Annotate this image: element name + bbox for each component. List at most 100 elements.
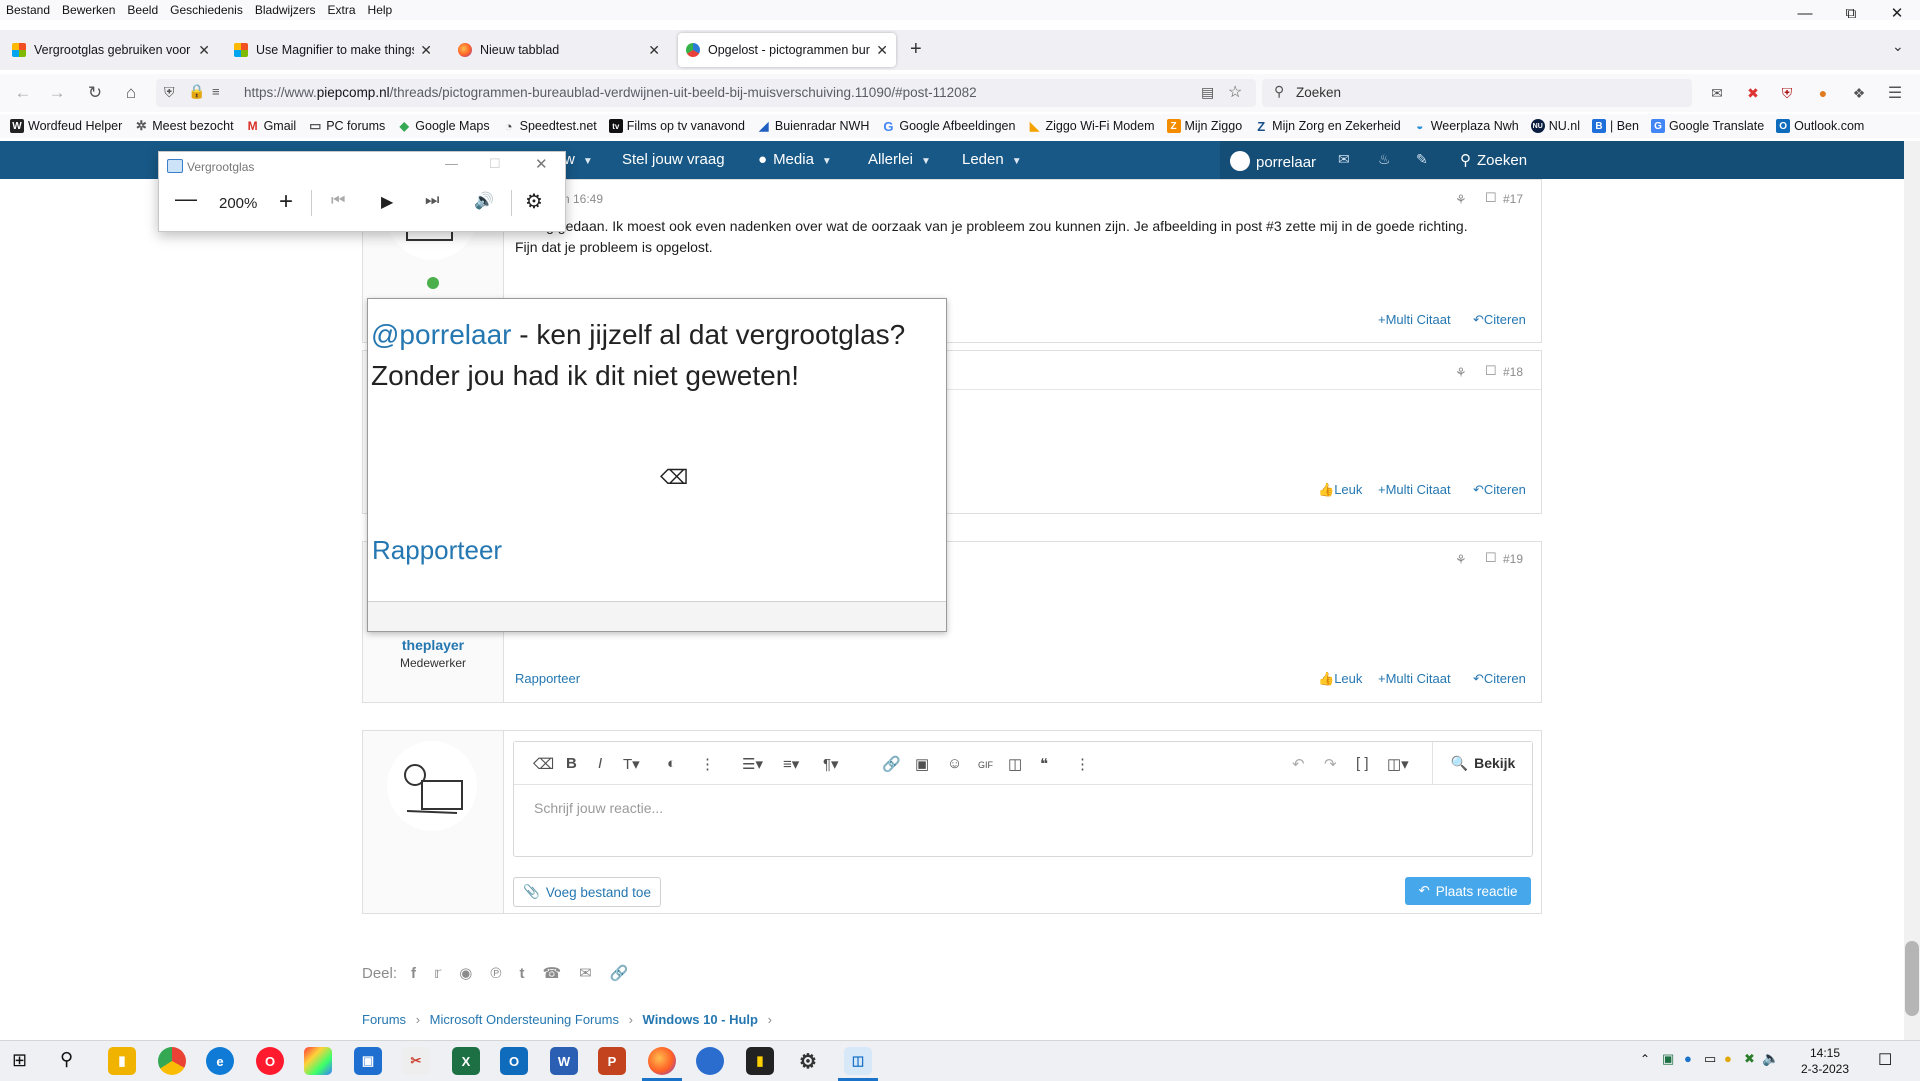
menu-beeld[interactable]: Beeld <box>121 3 164 17</box>
image-icon[interactable]: ▣ <box>915 755 929 773</box>
reader-view-icon[interactable]: ▤ <box>1201 84 1214 101</box>
menu-bewerken[interactable]: Bewerken <box>56 3 121 17</box>
list-icon[interactable]: ☰▾ <box>742 755 763 773</box>
close-window-button[interactable]: ✕ <box>1874 0 1920 26</box>
close-tab-icon[interactable]: ✕ <box>420 42 432 59</box>
align-icon[interactable]: ≡▾ <box>783 755 799 773</box>
bookmark-icon[interactable]: ☐ <box>1485 550 1497 566</box>
file-explorer-icon[interactable]: ▮ <box>108 1047 136 1075</box>
bookmark-item[interactable]: M Gmail <box>246 119 297 133</box>
brush-icon[interactable]: ✎ <box>1416 151 1428 168</box>
snip-icon[interactable]: ✂ <box>402 1047 430 1075</box>
like-button[interactable]: 👍Leuk <box>1318 482 1362 498</box>
pinterest-icon[interactable]: ℗ <box>490 965 501 982</box>
reload-icon[interactable]: ↻ <box>82 80 108 106</box>
user-menu[interactable]: porrelaar <box>1230 151 1316 171</box>
previous-paragraph-icon[interactable]: ⏮ <box>331 192 345 210</box>
breadcrumb-microsoft[interactable]: Microsoft Ondersteuning Forums <box>430 1012 619 1027</box>
edge-icon[interactable]: e <box>206 1047 234 1075</box>
bookmark-item[interactable]: G Google Translate <box>1650 119 1764 133</box>
bookmark-item[interactable]: tv Films op tv vanavond <box>608 119 745 133</box>
site-search-button[interactable]: ⚲ Zoeken <box>1460 151 1527 169</box>
like-button[interactable]: 👍Leuk <box>1318 671 1362 687</box>
post-reply-button[interactable]: ↶ Plaats reactie <box>1405 877 1531 905</box>
menu-help[interactable]: Help <box>362 3 399 17</box>
powerpoint-icon[interactable]: P <box>598 1047 626 1075</box>
reply-textarea[interactable]: Schrijf jouw reactie... <box>534 800 663 816</box>
undo-icon[interactable]: ↶ <box>1292 755 1305 773</box>
magnifier-taskbar-icon[interactable]: ◫ <box>844 1047 872 1075</box>
bookmark-item[interactable]: ◆ Google Maps <box>397 119 490 133</box>
tab-opgelost-active[interactable]: Opgelost - pictogrammen bure ✕ <box>678 33 896 67</box>
close-tab-icon[interactable]: ✕ <box>876 42 888 59</box>
menu-extra[interactable]: Extra <box>322 3 362 17</box>
ublock-icon[interactable]: ⛨ <box>1774 80 1800 106</box>
menu-bestand[interactable]: Bestand <box>0 3 56 17</box>
settings-gear-icon[interactable]: ⚙ <box>794 1047 822 1075</box>
outlook-icon[interactable]: O <box>500 1047 528 1075</box>
mail-icon[interactable]: ✉ <box>1704 80 1730 106</box>
post-number[interactable]: #18 <box>1503 365 1523 379</box>
scrollbar-thumb[interactable] <box>1905 941 1919 1016</box>
bookmark-item[interactable]: ◢ Buienradar NWH <box>757 119 869 133</box>
post-number[interactable]: #19 <box>1503 552 1523 566</box>
bookmark-item[interactable]: ◔ Speedtest.net <box>502 119 597 134</box>
close-tab-icon[interactable]: ✕ <box>198 42 210 59</box>
opera-icon[interactable]: O <box>256 1047 284 1075</box>
tab-vergrootglas[interactable]: Vergrootglas gebruiken voor een ✕ <box>4 33 218 67</box>
drafts-icon[interactable]: ◫▾ <box>1387 755 1409 773</box>
network-icon[interactable]: ▭ <box>1704 1051 1716 1067</box>
link-icon[interactable]: 🔗 <box>882 755 901 773</box>
minimize-window-button[interactable]: — <box>1782 0 1828 26</box>
chevron-up-icon[interactable]: ⌃ <box>1640 1052 1650 1066</box>
multi-quote-button[interactable]: +Multi Citaat <box>1378 671 1451 686</box>
extensions-puzzle-icon[interactable]: ❖ <box>1846 80 1872 106</box>
whatsapp-icon[interactable]: ☎ <box>542 964 561 982</box>
minimize-icon[interactable]: — <box>445 156 458 171</box>
inbox-icon[interactable]: ✉ <box>1338 151 1350 168</box>
tumblr-icon[interactable]: t <box>519 965 524 982</box>
bookmark-icon[interactable]: ☐ <box>1485 190 1497 206</box>
excel-icon[interactable]: X <box>452 1047 480 1075</box>
new-tab-button[interactable]: + <box>910 38 922 61</box>
bookmark-item[interactable]: Z Mijn Zorg en Zekerheid <box>1254 119 1401 134</box>
share-icon[interactable]: ⚘ <box>1455 192 1467 208</box>
breadcrumb-forums[interactable]: Forums <box>362 1012 406 1027</box>
close-icon[interactable]: ✕ <box>535 155 548 173</box>
bookmark-item[interactable]: O Outlook.com <box>1776 119 1864 133</box>
post-number[interactable]: #17 <box>1503 192 1523 206</box>
read-from-here-icon[interactable]: 🔊 <box>474 191 494 211</box>
quote-icon[interactable]: ❝ <box>1040 755 1048 773</box>
bookmark-item[interactable]: NU NU.nl <box>1530 119 1580 133</box>
search-bar[interactable]: ⚲ Zoeken <box>1262 79 1692 107</box>
palette-icon[interactable]: ◐ <box>667 755 676 772</box>
tracking-shield-icon[interactable]: ⛨ <box>164 84 175 101</box>
chrome-icon[interactable] <box>158 1047 186 1075</box>
hamburger-menu-icon[interactable]: ☰ <box>1882 80 1908 106</box>
multi-quote-button[interactable]: +Multi Citaat <box>1378 482 1451 497</box>
multi-quote-button[interactable]: +Multi Citaat <box>1378 312 1451 327</box>
author-name[interactable]: theplayer <box>363 637 503 653</box>
nav-item-leden[interactable]: Leden ▼ <box>962 151 1022 168</box>
menu-geschiedenis[interactable]: Geschiedenis <box>164 3 249 17</box>
smiley-icon[interactable]: ☺ <box>947 755 962 772</box>
next-paragraph-icon[interactable]: ⏭ <box>425 192 439 210</box>
report-link[interactable]: Rapporteer <box>515 671 580 686</box>
bookmark-item[interactable]: W Wordfeud Helper <box>10 119 122 133</box>
list-tabs-chevron-icon[interactable]: ⌄ <box>1892 38 1904 55</box>
twitter-icon[interactable]: 𝕣 <box>434 964 441 982</box>
search-input[interactable]: Zoeken <box>1296 85 1341 100</box>
preview-button[interactable]: 🔍 Bekijk <box>1432 742 1533 784</box>
gif-icon[interactable]: GIF <box>978 760 993 770</box>
scrollbar[interactable] <box>1904 141 1920 1040</box>
bookmark-item[interactable]: ◣ Ziggo Wi-Fi Modem <box>1027 119 1155 133</box>
back-arrow-icon[interactable]: ← <box>10 80 36 106</box>
eraser-icon[interactable]: ⌫ <box>533 755 554 773</box>
bold-icon[interactable]: B <box>566 755 577 772</box>
store-icon[interactable]: ▣ <box>354 1047 382 1075</box>
zoom-in-button[interactable]: + <box>279 188 293 216</box>
breadcrumb-windows10[interactable]: Windows 10 - Hulp <box>643 1012 758 1027</box>
nav-item-media[interactable]: ● Media ▼ <box>758 151 832 168</box>
share-icon[interactable]: ⚘ <box>1455 552 1467 568</box>
media-icon[interactable]: ◫ <box>1008 755 1022 773</box>
